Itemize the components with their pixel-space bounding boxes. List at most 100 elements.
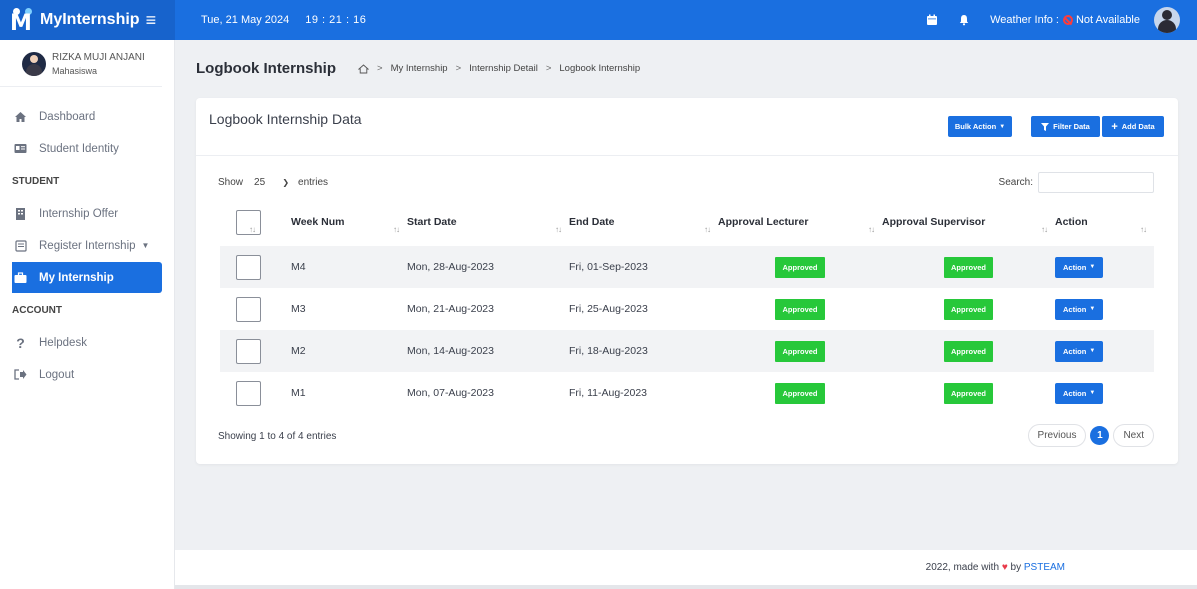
- start-date-cell: Mon, 21-Aug-2023: [407, 303, 494, 315]
- sidebar-item-label: Student Identity: [39, 142, 119, 155]
- sidebar-item-register-internship[interactable]: Register Internship ▼: [0, 230, 162, 261]
- sort-icon: ↑↓: [393, 225, 400, 234]
- column-header-action[interactable]: Action ↑↓: [1055, 204, 1154, 246]
- id-card-icon: [14, 142, 27, 155]
- column-header-approval-lecturer[interactable]: Approval Lecturer ↑↓: [718, 204, 882, 246]
- sidebar-item-label: My Internship: [39, 271, 114, 284]
- breadcrumb: > My Internship > Internship Detail > Lo…: [358, 63, 640, 74]
- filter-data-button[interactable]: Filter Data: [1031, 116, 1100, 137]
- heart-icon: ♥: [1001, 562, 1008, 573]
- logo-icon: M: [10, 7, 36, 35]
- entries-control: Show 25 ❯ entries: [218, 174, 328, 190]
- row-checkbox[interactable]: [236, 296, 261, 322]
- chevron-down-icon: ▼: [1089, 390, 1096, 396]
- page-number-button[interactable]: 1: [1090, 426, 1110, 445]
- row-checkbox[interactable]: [236, 338, 261, 364]
- sidebar-item-internship-offer[interactable]: Internship Offer: [0, 198, 162, 229]
- current-date: Tue, 21 May 2024: [201, 14, 290, 26]
- card-title: Logbook Internship Data: [209, 111, 362, 127]
- entries-label: entries: [298, 176, 329, 188]
- breadcrumb-item[interactable]: My Internship: [391, 63, 448, 74]
- filter-data-label: Filter Data: [1053, 122, 1090, 131]
- chevron-down-icon: ▼: [999, 123, 1006, 130]
- table-row: M4 Mon, 28-Aug-2023 Fri, 01-Sep-2023 App…: [220, 246, 1154, 288]
- row-action-button[interactable]: Action ▼: [1055, 298, 1104, 320]
- column-label: Approval Supervisor: [882, 216, 986, 228]
- logbook-table: ↑↓ Week Num ↑↓ Start Date ↑↓ End Date ↑↓ Ap…: [220, 204, 1154, 414]
- breadcrumb-separator: >: [455, 63, 462, 74]
- sort-icon: ↑↓: [1140, 225, 1147, 234]
- sidebar-nav: Dashboard Student Identity STUDENT Inter…: [0, 101, 174, 390]
- column-label: Week Num: [291, 216, 345, 228]
- bulk-action-label: Bulk Action: [954, 122, 997, 131]
- menu-toggle-icon[interactable]: ≡: [146, 11, 157, 29]
- status-badge: Approved: [943, 256, 993, 278]
- table-row: M3 Mon, 21-Aug-2023 Fri, 25-Aug-2023 App…: [220, 288, 1154, 330]
- user-name: RIZKA MUJI ANJANI: [52, 52, 145, 63]
- column-header-end-date[interactable]: End Date ↑↓: [569, 204, 718, 246]
- footer-text: 2022, made with ♥ by PSTEAM: [926, 562, 1065, 573]
- pagination: Previous 1 Next: [1027, 424, 1154, 447]
- breadcrumb-item[interactable]: Internship Detail: [469, 63, 538, 74]
- sidebar-item-my-internship[interactable]: My Internship: [12, 262, 162, 293]
- entries-select[interactable]: 25 ❯: [249, 174, 295, 190]
- footer: 2022, made with ♥ by PSTEAM: [175, 550, 1197, 589]
- column-header-approval-supervisor[interactable]: Approval Supervisor ↑↓: [882, 204, 1055, 246]
- sidebar-item-helpdesk[interactable]: ? Helpdesk: [0, 327, 162, 358]
- search-input[interactable]: [1038, 172, 1154, 193]
- previous-page-button[interactable]: Previous: [1027, 424, 1087, 447]
- select-all-header[interactable]: ↑↓: [220, 204, 291, 246]
- calendar-icon[interactable]: [926, 14, 938, 26]
- user-avatar[interactable]: [1154, 7, 1180, 33]
- breadcrumb-item: Logbook Internship: [559, 63, 641, 74]
- breadcrumb-separator: >: [545, 63, 552, 74]
- form-icon: [14, 239, 27, 252]
- sort-icon: ↑↓: [704, 225, 711, 234]
- week-num-cell: M3: [291, 303, 306, 315]
- status-badge: Approved: [943, 298, 993, 320]
- section-heading-account: ACCOUNT: [12, 304, 62, 316]
- add-data-button[interactable]: + Add Data: [1102, 116, 1164, 137]
- row-action-button[interactable]: Action ▼: [1055, 382, 1104, 404]
- row-action-label: Action: [1063, 262, 1087, 272]
- brand-name: MyInternship: [40, 11, 140, 28]
- chevron-down-icon: ▼: [1089, 306, 1096, 312]
- start-date-cell: Mon, 14-Aug-2023: [407, 330, 569, 372]
- footer-by: by: [1010, 562, 1022, 573]
- chevron-down-icon: ▼: [1089, 348, 1096, 354]
- bulk-action-button[interactable]: Bulk Action ▼: [948, 116, 1012, 137]
- row-checkbox[interactable]: [236, 380, 261, 406]
- page-header: Logbook Internship > My Internship > Int…: [196, 60, 640, 77]
- avatar: [22, 52, 46, 76]
- sidebar-item-student-identity[interactable]: Student Identity: [0, 133, 162, 164]
- end-date-cell: Fri, 11-Aug-2023: [569, 387, 648, 399]
- brand[interactable]: M MyInternship ≡: [0, 0, 175, 40]
- row-action-button[interactable]: Action ▼: [1055, 340, 1104, 362]
- chevron-down-icon: ▼: [1089, 264, 1096, 270]
- chevron-down-icon: ❯: [282, 177, 290, 187]
- logout-icon: [14, 368, 27, 381]
- status-badge: Approved: [775, 382, 825, 404]
- sidebar-item-dashboard[interactable]: Dashboard: [0, 101, 162, 132]
- home-icon[interactable]: [358, 63, 369, 74]
- week-num-cell: M4: [291, 246, 407, 288]
- next-page-button[interactable]: Next: [1113, 424, 1154, 447]
- weather-label: Weather Info :: [990, 14, 1059, 26]
- footer-link[interactable]: PSTEAM: [1024, 562, 1065, 573]
- column-label: Action: [1055, 216, 1088, 228]
- status-badge: Approved: [775, 340, 825, 362]
- sort-icon: ↑↓: [868, 225, 875, 234]
- column-header-start-date[interactable]: Start Date ↑↓: [407, 204, 569, 246]
- table-header-row: ↑↓ Week Num ↑↓ Start Date ↑↓ End Date ↑↓ Ap…: [220, 204, 1154, 246]
- row-checkbox[interactable]: [236, 254, 261, 280]
- show-label: Show: [218, 176, 244, 188]
- start-date-cell: Mon, 28-Aug-2023: [407, 246, 569, 288]
- bell-icon[interactable]: [958, 14, 970, 26]
- briefcase-icon: [14, 271, 27, 284]
- column-header-week[interactable]: Week Num ↑↓: [291, 204, 407, 246]
- row-action-button[interactable]: Action ▼: [1055, 256, 1104, 278]
- sort-icon: ↑↓: [249, 225, 256, 234]
- sidebar-item-logout[interactable]: Logout: [0, 359, 162, 390]
- profile-card: RIZKA MUJI ANJANI Mahasiswa: [0, 40, 162, 87]
- status-badge: Approved: [943, 340, 993, 362]
